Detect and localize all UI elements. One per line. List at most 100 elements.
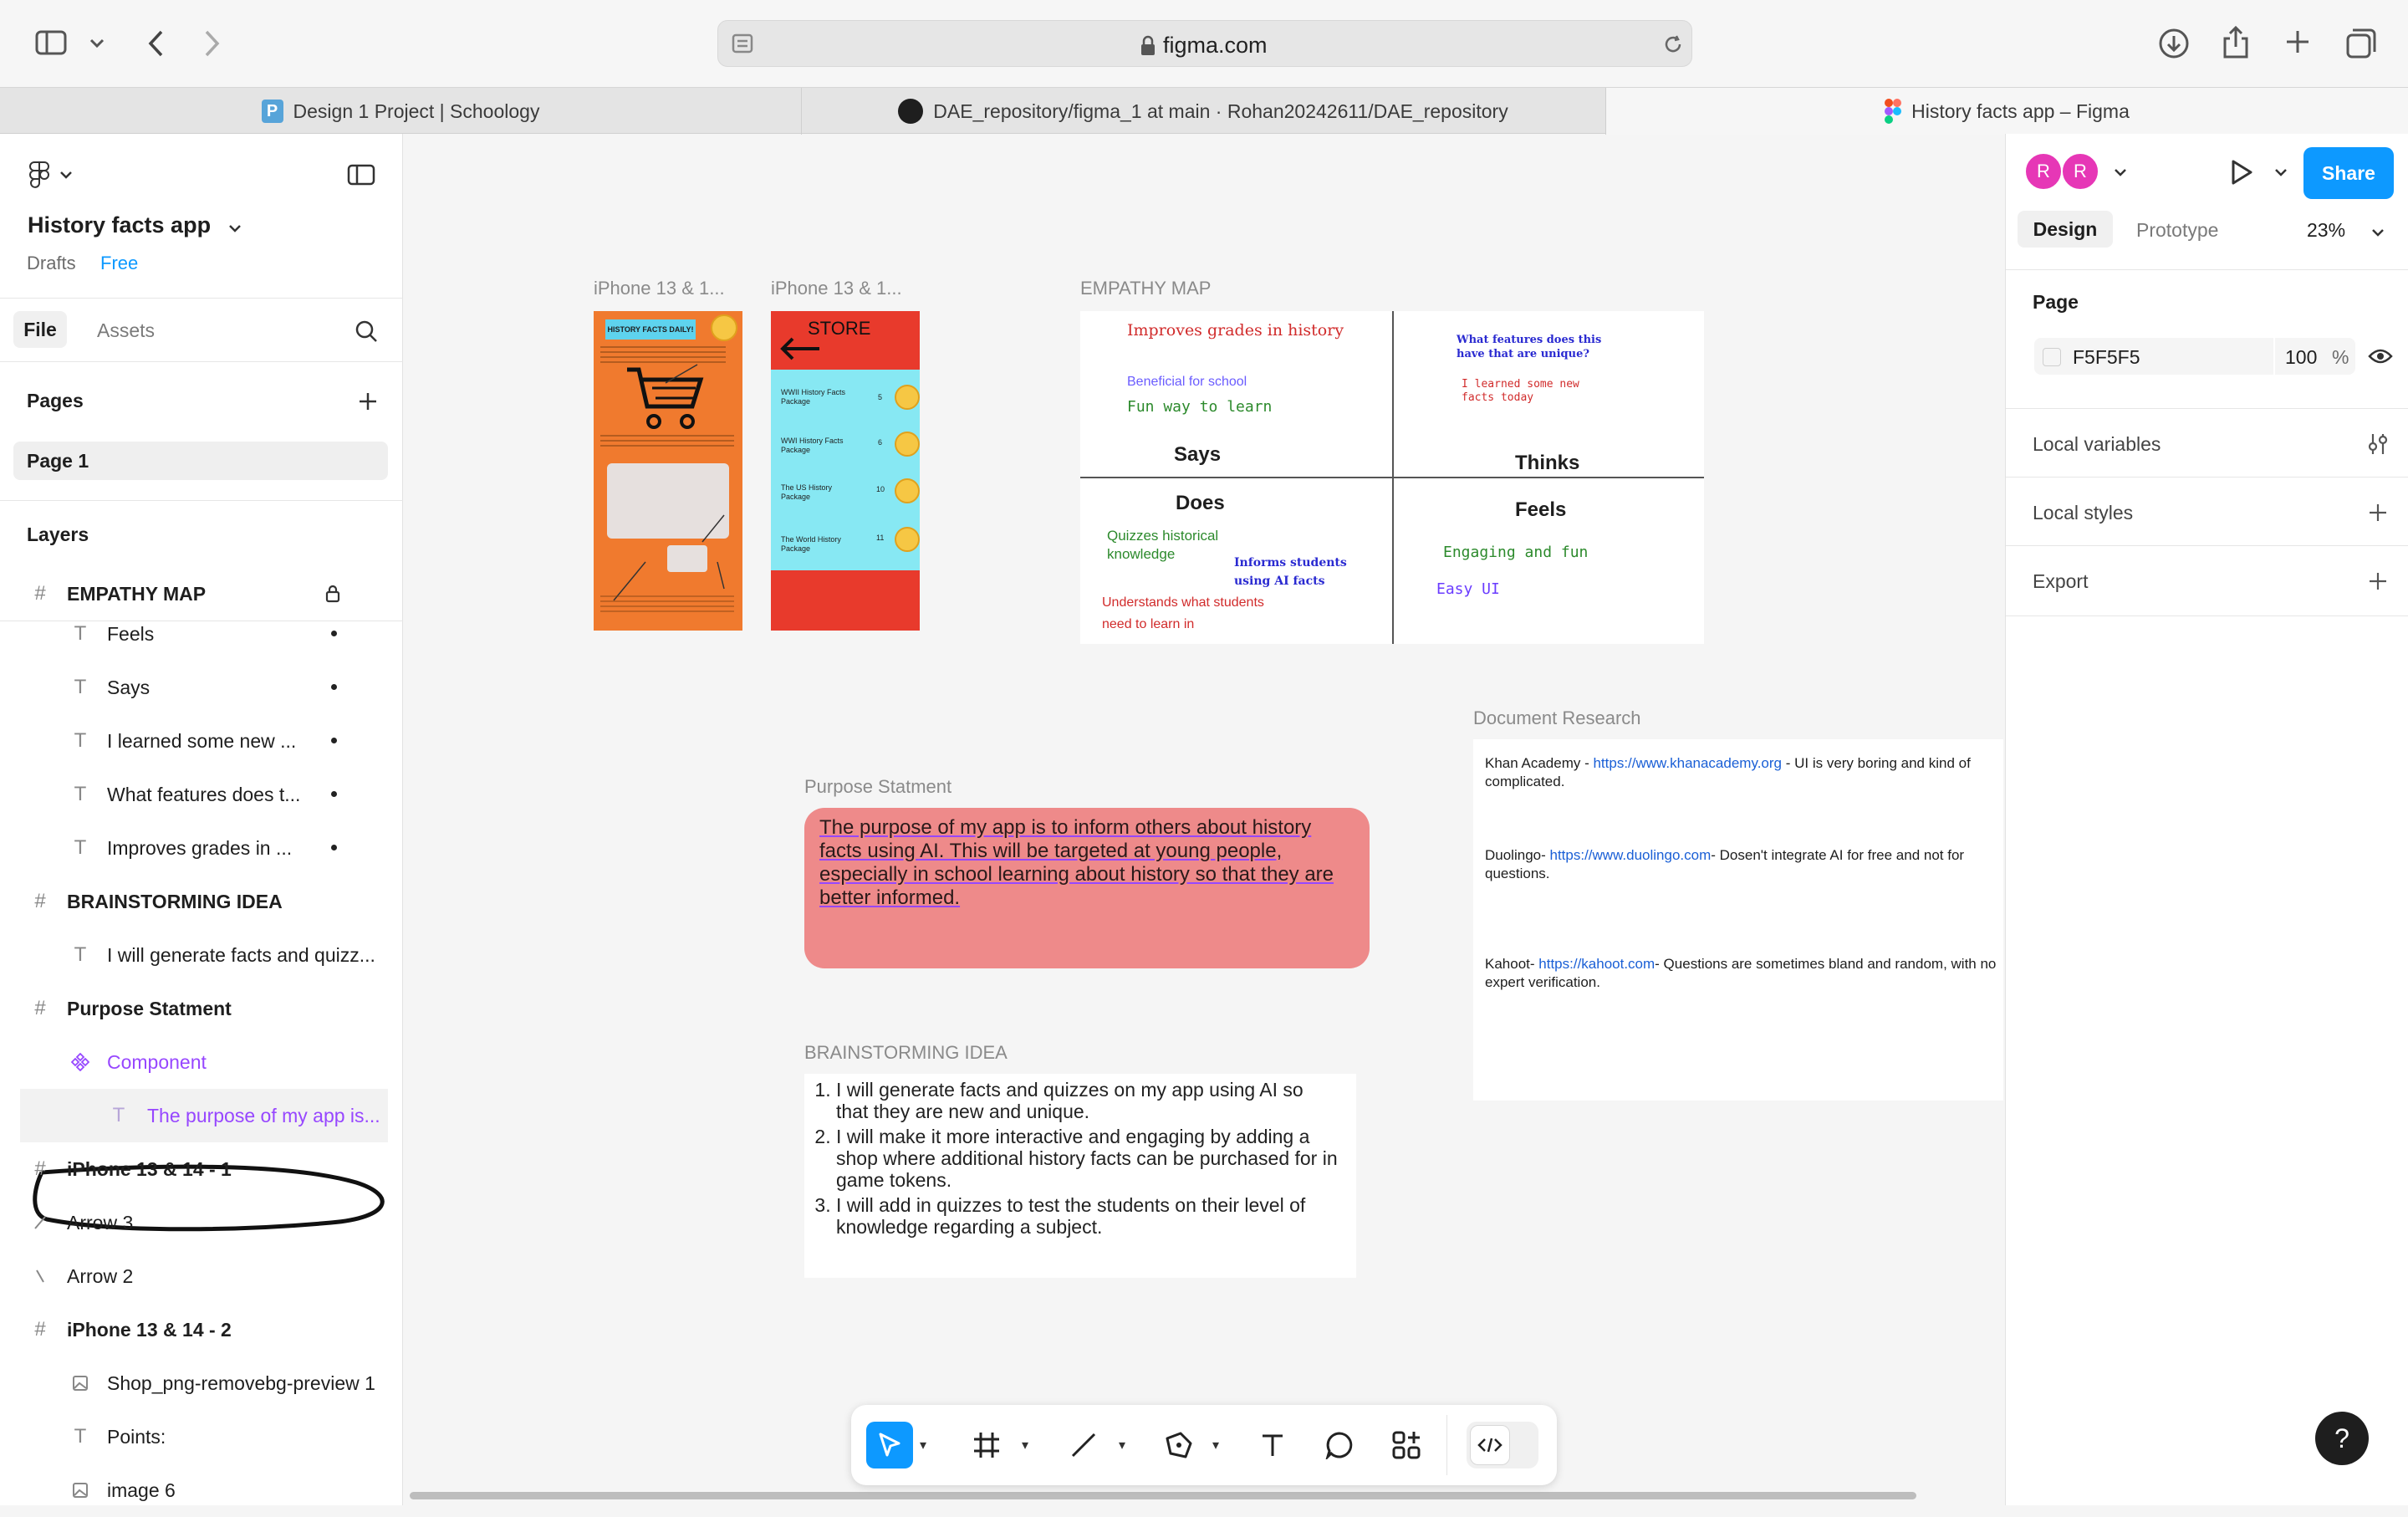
says-note[interactable]: Beneficial for school [1127, 375, 1247, 390]
layer-purpose[interactable]: # Purpose Statment [0, 982, 403, 1035]
store-item-name[interactable]: WWII History Facts Package [781, 388, 848, 406]
layer-improves[interactable]: T Improves grades in ... [0, 821, 403, 875]
layer-iphone-2[interactable]: # iPhone 13 & 14 - 2 [0, 1303, 403, 1356]
feels-note[interactable]: Engaging and fun [1443, 544, 1588, 561]
pen-tool-button[interactable] [1156, 1422, 1202, 1468]
empathy-map-frame[interactable]: Improves grades in history Beneficial fo… [1080, 311, 1704, 644]
address-bar[interactable]: figma.com [717, 20, 1692, 67]
research-link[interactable]: https://www.khanacademy.org [1593, 755, 1782, 771]
layer-component[interactable]: Component [0, 1035, 403, 1089]
move-tool-button[interactable] [866, 1422, 913, 1468]
chevron-down-icon[interactable] [2273, 166, 2288, 179]
tab-overview-icon[interactable] [2343, 25, 2380, 62]
tab-github[interactable]: DAE_repository/figma_1 at main · Rohan20… [802, 88, 1604, 135]
chevron-down-icon[interactable] [227, 221, 242, 236]
avatar[interactable]: R [2061, 152, 2099, 191]
chevron-down-icon[interactable] [2113, 166, 2128, 179]
store-item-name[interactable]: The US History Package [781, 483, 848, 502]
new-tab-icon[interactable] [2281, 25, 2314, 59]
purpose-text[interactable]: The purpose of my app is to inform other… [819, 816, 1354, 910]
avatar[interactable]: R [2024, 152, 2063, 191]
download-icon[interactable] [2155, 25, 2192, 62]
chevron-down-icon[interactable]: ▾ [920, 1437, 926, 1453]
dev-mode-toggle[interactable] [1467, 1422, 1538, 1468]
figma-menu-icon[interactable] [25, 159, 54, 191]
eye-icon[interactable] [2367, 346, 2394, 366]
layer-brainstorming[interactable]: # BRAINSTORMING IDEA [0, 875, 403, 928]
add-page-icon[interactable] [356, 390, 380, 413]
chevron-down-icon[interactable] [59, 167, 74, 182]
says-note[interactable]: Fun way to learn [1127, 398, 1272, 416]
thinks-note[interactable]: What features does this have that are un… [1457, 333, 1615, 361]
layer-arrow-3[interactable]: Arrow 3 [0, 1196, 403, 1249]
chevron-down-icon[interactable] [2370, 226, 2385, 239]
chevron-down-icon[interactable] [87, 33, 107, 54]
does-note[interactable]: Informs students using AI facts [1234, 554, 1381, 590]
store-item-name[interactable]: WWI History Facts Package [781, 437, 848, 455]
file-location[interactable]: Drafts [27, 253, 76, 274]
forward-icon[interactable] [197, 27, 227, 60]
share-button[interactable]: Share [2303, 147, 2394, 199]
layer-iphone-1[interactable]: # iPhone 13 & 14 - 1 [0, 1142, 403, 1196]
layer-image-6[interactable]: image 6 [0, 1463, 403, 1517]
store-item-name[interactable]: The World History Package [781, 535, 848, 554]
local-variables-label[interactable]: Local variables [2033, 433, 2161, 456]
tab-file[interactable]: File [13, 311, 67, 348]
frame-label-purpose[interactable]: Purpose Statment [804, 776, 951, 798]
reload-icon[interactable] [1661, 33, 1685, 56]
lock-icon[interactable] [323, 584, 343, 604]
help-button[interactable]: ? [2315, 1412, 2369, 1465]
says-note[interactable]: Improves grades in history [1127, 321, 1344, 340]
frame-label-iphone-1[interactable]: iPhone 13 & 1... [594, 278, 725, 299]
document-research-frame[interactable]: Khan Academy - https://www.khanacademy.o… [1473, 739, 2003, 1101]
layer-points[interactable]: T Points: [0, 1410, 403, 1463]
iphone-frame-1[interactable]: HISTORY FACTS DAILY! [594, 311, 742, 631]
thinks-note[interactable]: I learned some new facts today [1462, 378, 1612, 405]
zoom-level[interactable]: 23% [2307, 219, 2345, 242]
export-label[interactable]: Export [2033, 570, 2088, 593]
brainstorming-frame[interactable]: I will generate facts and quizzes on my … [804, 1074, 1356, 1278]
share-icon[interactable] [2219, 23, 2252, 62]
page-menu-icon[interactable] [730, 31, 755, 56]
comment-tool-button[interactable] [1316, 1422, 1363, 1468]
layer-arrow-2[interactable]: Arrow 2 [0, 1249, 403, 1303]
layer-says[interactable]: T Says [0, 661, 403, 714]
text-tool-button[interactable] [1249, 1422, 1296, 1468]
layer-learned[interactable]: T I learned some new ... [0, 714, 403, 768]
does-note[interactable]: Quizzes historical knowledge [1107, 527, 1249, 564]
purpose-component[interactable]: The purpose of my app is to inform other… [804, 808, 1370, 968]
frame-label-iphone-2[interactable]: iPhone 13 & 1... [771, 278, 902, 299]
does-note[interactable]: Understands what students need to learn … [1102, 592, 1269, 636]
add-export-icon[interactable] [2367, 570, 2389, 592]
chevron-down-icon[interactable]: ▾ [1212, 1437, 1219, 1453]
tab-prototype[interactable]: Prototype [2136, 219, 2218, 242]
chevron-down-icon[interactable]: ▾ [1022, 1437, 1028, 1453]
research-link[interactable]: https://kahoot.com [1538, 956, 1655, 972]
present-icon[interactable] [2227, 157, 2257, 187]
panel-toggle-icon[interactable] [346, 162, 376, 187]
color-swatch[interactable] [2043, 348, 2061, 366]
back-icon[interactable] [140, 27, 171, 60]
horizontal-scrollbar[interactable] [410, 1492, 1916, 1499]
layer-features[interactable]: T What features does t... [0, 768, 403, 821]
frame-label-empathy-map[interactable]: EMPATHY MAP [1080, 278, 1211, 299]
layer-purpose-text[interactable]: T The purpose of my app is... [20, 1089, 388, 1142]
actions-tool-button[interactable] [1383, 1422, 1430, 1468]
frame-tool-button[interactable] [963, 1422, 1010, 1468]
variables-icon[interactable] [2365, 432, 2390, 457]
layer-brainstorm-text[interactable]: T I will generate facts and quizz... [0, 928, 403, 982]
tab-design[interactable]: Design [2018, 211, 2113, 248]
feels-note[interactable]: Easy UI [1436, 580, 1500, 598]
plan-badge[interactable]: Free [100, 253, 138, 274]
tab-schoology[interactable]: P Design 1 Project | Schoology [0, 88, 801, 135]
frame-label-document-research[interactable]: Document Research [1473, 707, 1641, 729]
line-tool-button[interactable] [1060, 1422, 1107, 1468]
local-styles-label[interactable]: Local styles [2033, 502, 2133, 524]
frame-label-brainstorming[interactable]: BRAINSTORMING IDEA [804, 1042, 1008, 1064]
layer-feels[interactable]: T Feels [0, 607, 403, 661]
page-color-field[interactable]: F5F5F5 100 % [2034, 338, 2355, 375]
layer-shop-image[interactable]: Shop_png-removebg-preview 1 [0, 1356, 403, 1410]
page-opacity-value[interactable]: 100 [2285, 346, 2317, 369]
research-link[interactable]: https://www.duolingo.com [1550, 847, 1712, 863]
page-item[interactable]: Page 1 [13, 442, 388, 480]
